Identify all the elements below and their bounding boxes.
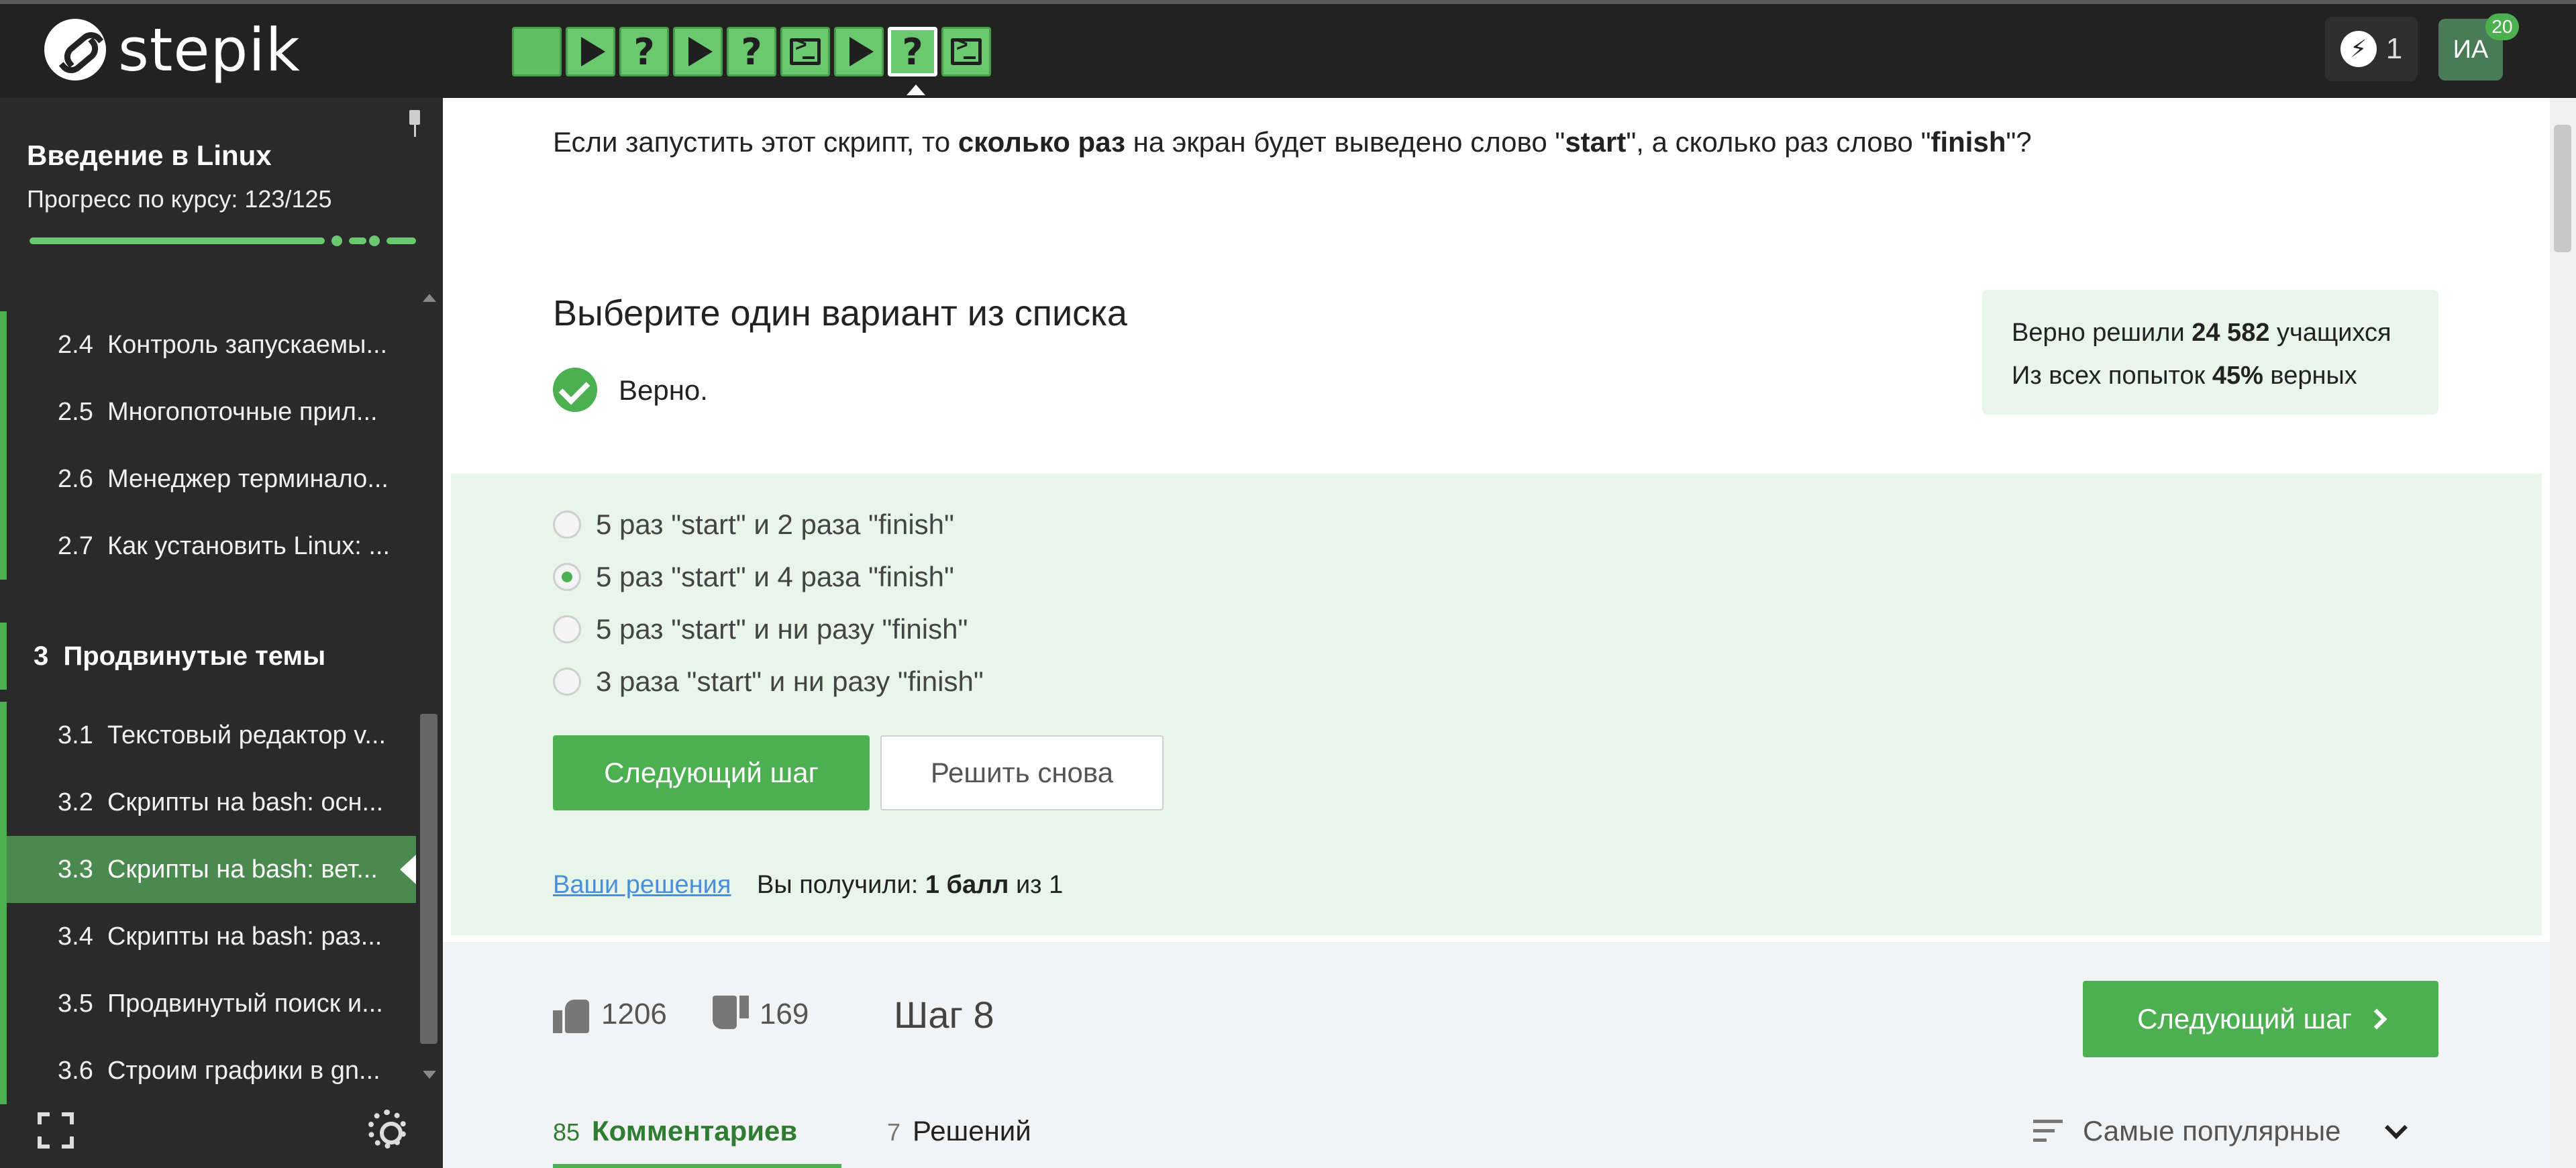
answer-option[interactable]: 5 раз "start" и 4 раза "finish" [553,561,954,593]
answer-option[interactable]: 5 раз "start" и ни разу "finish" [553,613,968,645]
notification-badge: 20 [2485,13,2519,40]
question-text: Если запустить этот скрипт, то сколько р… [553,126,2032,158]
retry-button[interactable]: Решить снова [880,735,1164,810]
question-icon: ? [741,30,762,73]
energy-counter[interactable]: ⚡ 1 [2325,17,2418,81]
your-solutions-link[interactable]: Ваши решения [553,871,731,900]
sidebar-lesson[interactable]: 3.2 Скрипты на bash: осн... [0,769,416,836]
verdict-text: Верно. [619,374,708,406]
step-button[interactable] [512,27,562,76]
progress-fill [30,237,325,244]
sidebar-section-title[interactable]: 3 Продвинутые темы [0,623,416,690]
play-icon [849,37,874,66]
radio-button[interactable] [553,511,581,539]
chevron-right-icon [2366,1008,2387,1030]
stepik-logo-icon [44,19,106,81]
answer-option[interactable]: 5 раз "start" и 2 раза "finish" [553,509,954,541]
logo-text: stepik [118,15,301,85]
progress-dash [387,237,416,244]
question-icon: ? [633,30,655,73]
progress-dash [349,237,366,244]
comments-count: 85 [553,1118,580,1146]
next-step-button[interactable]: Следующий шаг [553,735,870,810]
tab-solutions[interactable]: 7 Решений [887,1115,1031,1147]
play-icon [581,37,605,66]
lesson-steps-bar: ??? [512,27,991,95]
step-button-active[interactable]: ? [888,27,937,95]
step-number: Шаг 8 [894,994,994,1036]
lightning-icon: ⚡ [2340,31,2377,67]
course-progress-text: Прогресс по курсу: 123/125 [27,185,332,213]
option-label: 5 раз "start" и 2 раза "finish" [596,509,954,540]
sidebar-lesson[interactable]: 2.5 Многопоточные прил... [0,378,416,445]
sidebar-lesson[interactable]: 3.5 Продвинутый поиск и... [0,970,416,1037]
page-scrollbar-thumb[interactable] [2554,125,2571,252]
stats-solved-line: Верно решили 24 582 учащихся [2012,319,2391,347]
sort-dropdown[interactable]: Самые популярные [2033,1115,2408,1147]
sidebar-scroll-up[interactable] [423,294,436,302]
step-button[interactable]: ? [619,27,669,76]
terminal-icon [790,34,821,65]
chevron-down-icon [2384,1116,2408,1139]
pin-icon[interactable] [405,110,425,137]
sort-label: Самые популярные [2083,1115,2341,1147]
play-icon [688,37,713,66]
question-icon: ? [902,30,923,73]
next-step-button-bottom[interactable]: Следующий шаг [2083,981,2438,1057]
step-button[interactable] [834,27,884,76]
step-button[interactable] [673,27,723,76]
comments-label: Комментариев [592,1115,798,1147]
sort-icon [2033,1120,2063,1143]
sidebar-lesson[interactable]: 3.6 Строим графики в gn... [0,1037,416,1104]
window-top-line [0,0,2576,4]
check-icon [553,368,597,412]
fullscreen-icon[interactable] [38,1112,74,1149]
step-button[interactable] [780,27,830,76]
page-scrollbar[interactable] [2550,98,2576,1168]
course-progress-bar [30,235,416,246]
solutions-label: Решений [913,1115,1031,1147]
sidebar-lesson[interactable]: 3.1 Текстовый редактор v... [0,702,416,769]
stepik-logo[interactable]: stepik [44,15,301,85]
course-sidebar: Введение в Linux Прогресс по курсу: 123/… [0,98,443,1168]
dislikes-count: 169 [759,998,809,1030]
course-title[interactable]: Введение в Linux [27,140,272,172]
step-button[interactable]: ? [727,27,776,76]
solutions-count: 7 [887,1118,901,1146]
sidebar-lesson[interactable]: 2.7 Как установить Linux: ... [0,513,416,580]
terminal-icon [951,34,982,65]
answer-area [451,474,2542,935]
thumb-down-icon[interactable] [711,996,749,1033]
rating-group: 1206 169 [553,996,809,1033]
top-navigation-bar: stepik ??? ⚡ 1 ИА 20 [0,0,2576,98]
sidebar-scroll-down[interactable] [423,1071,436,1079]
score-text: Вы получили: 1 балл из 1 [757,871,1064,899]
radio-button-checked[interactable] [553,563,581,591]
option-label: 5 раз "start" и 4 раза "finish" [596,561,954,592]
option-label: 3 раза "start" и ни разу "finish" [596,666,984,697]
likes-count: 1206 [601,998,667,1030]
sidebar-lesson[interactable]: 2.4 Контроль запускаемы... [0,311,416,378]
active-tab-indicator [553,1164,841,1168]
step-button[interactable] [566,27,615,76]
sidebar-lesson[interactable]: 3.4 Скрипты на bash: раз... [0,903,416,970]
stats-attempts-line: Из всех попыток 45% верных [2012,362,2357,390]
energy-count: 1 [2385,32,2403,65]
quiz-title: Выберите один вариант из списка [553,293,1127,333]
sidebar-lesson-active[interactable]: 3.3 Скрипты на bash: вет... [0,836,416,903]
next-step-label: Следующий шаг [2137,1003,2352,1034]
solution-stats: Верно решили 24 582 учащихся Из всех поп… [1982,290,2438,415]
step-button[interactable] [941,27,991,76]
sidebar-scrollbar[interactable] [420,714,437,1044]
sidebar-lesson[interactable]: 2.6 Менеджер терминало... [0,445,416,513]
answer-option[interactable]: 3 раза "start" и ни разу "finish" [553,666,984,698]
thumb-up-icon[interactable] [553,996,590,1033]
gear-icon[interactable] [368,1110,407,1149]
tab-comments[interactable]: 85 Комментариев [553,1115,797,1147]
progress-dot [369,235,380,246]
option-label: 5 раз "start" и ни разу "finish" [596,613,968,645]
radio-button[interactable] [553,668,581,696]
progress-dot [331,235,342,246]
radio-button[interactable] [553,615,581,643]
